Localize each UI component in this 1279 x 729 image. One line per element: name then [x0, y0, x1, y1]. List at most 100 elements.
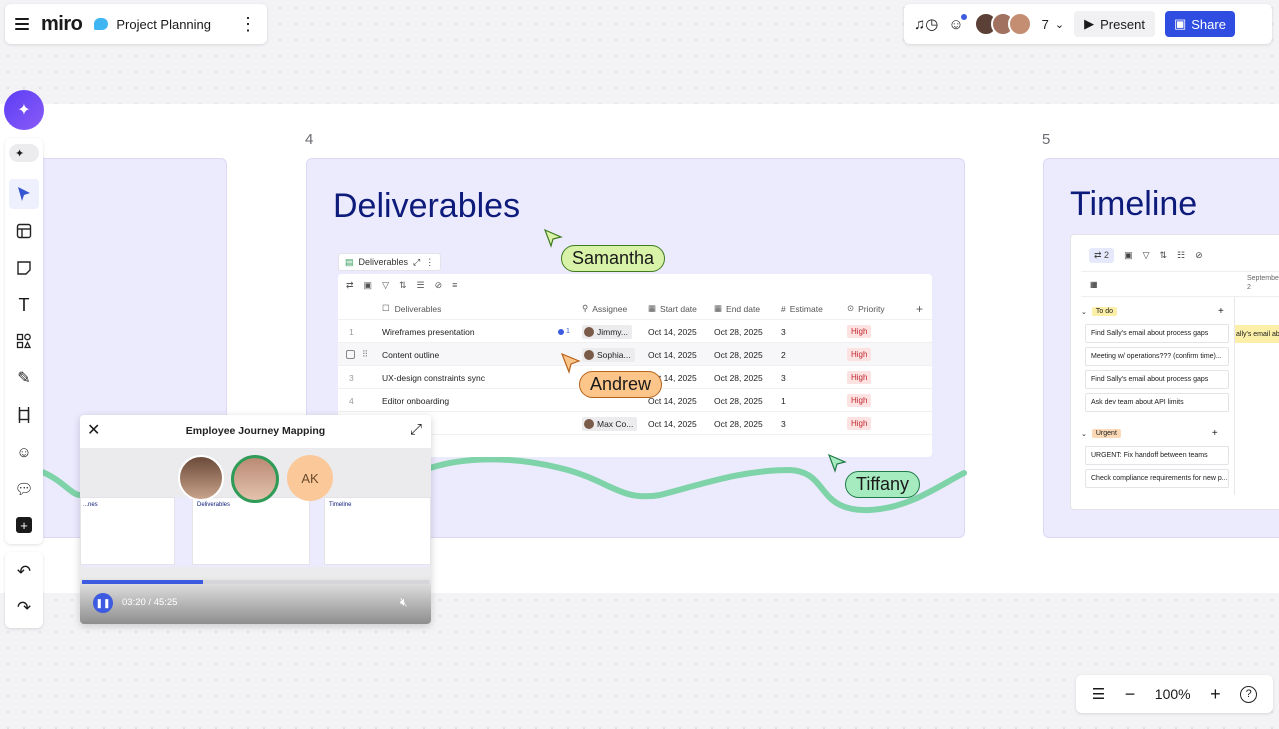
sticker-icon[interactable]: ☺	[9, 437, 39, 467]
assignee-chip[interactable]: Jimmy...	[582, 320, 633, 343]
select-tool-icon[interactable]	[9, 179, 39, 209]
video-player[interactable]: ✕ Employee Journey Mapping ⤢ ...nes Deli…	[80, 415, 431, 624]
start-date[interactable]: Oct 14, 2025	[648, 320, 697, 343]
timeline-hide-icon[interactable]: ⊘	[1195, 250, 1203, 261]
timeline-sync-button[interactable]: ⇄ 2	[1089, 248, 1115, 263]
add-todo-icon[interactable]: +	[1218, 306, 1224, 317]
end-date[interactable]: Oct 28, 2025	[714, 389, 763, 412]
comment-icon[interactable]: 💬︎	[9, 474, 39, 504]
group-todo[interactable]: ⌄ To do +	[1081, 306, 1224, 317]
timeline-urgent-item[interactable]: URGENT: Fix handoff between teams	[1085, 446, 1229, 465]
timeline-todo-item[interactable]: Meeting w/ operations??? (confirm time).…	[1085, 347, 1229, 366]
estimate[interactable]: 2	[781, 343, 786, 366]
timer-icon[interactable]: ♫◷	[914, 15, 938, 33]
col-deliverables[interactable]: ☐ Deliverables	[382, 297, 441, 320]
refresh-icon[interactable]: ⇄	[346, 280, 354, 291]
frame-5-title[interactable]: Timeline	[1070, 185, 1197, 224]
deliverable-name[interactable]: Content outline	[382, 343, 439, 366]
end-date[interactable]: Oct 28, 2025	[714, 412, 763, 435]
end-date[interactable]: Oct 28, 2025	[714, 343, 763, 366]
menu-icon[interactable]	[15, 18, 29, 30]
assignee-chip[interactable]: Max Co...	[582, 412, 638, 435]
col-priority[interactable]: ⊙ Priority	[847, 297, 885, 320]
fullscreen-icon[interactable]: ⤢	[410, 421, 422, 438]
deliverable-name[interactable]: UX-design constraints sync	[382, 366, 485, 389]
group-icon[interactable]: ☰	[417, 280, 425, 291]
priority-badge[interactable]: High	[847, 320, 872, 343]
timeline-sort-icon[interactable]: ⇅	[1160, 250, 1168, 261]
expand-icon[interactable]: ⤢	[413, 257, 420, 268]
col-start-date[interactable]: ▦ Start date	[648, 297, 697, 320]
ai-sparkle-button[interactable]: ✦	[4, 90, 44, 130]
start-date[interactable]: Oct 14, 2025	[648, 343, 697, 366]
table-row[interactable]: ⠿ Content outline Sophia... Oct 14, 2025 Oct…	[338, 343, 932, 366]
row-checkbox[interactable]	[346, 343, 355, 366]
timeline-filter-icon[interactable]: ▽	[1143, 250, 1150, 261]
group-urgent[interactable]: ⌄ Urgent +	[1081, 428, 1218, 439]
timeline-todo-item[interactable]: Ask dev team about API limits	[1085, 393, 1229, 412]
col-assignee[interactable]: ⚲ Assignee	[582, 297, 627, 320]
help-icon[interactable]: ?	[1240, 685, 1258, 703]
estimate[interactable]: 1	[781, 389, 786, 412]
comment-count[interactable]: 1	[558, 320, 570, 343]
miro-logo[interactable]: miro	[41, 13, 83, 36]
drag-handle-icon[interactable]: ⠿	[362, 343, 368, 366]
text-tool-icon[interactable]: T	[9, 290, 39, 320]
start-date[interactable]: Oct 14, 2025	[648, 412, 697, 435]
board-name[interactable]: Project Planning	[116, 17, 211, 32]
assignee-chip[interactable]: Sophia...	[582, 343, 635, 366]
table-row[interactable]: 1 Wireframes presentation 1 Jimmy... Oct 14,…	[338, 320, 932, 343]
timeline-todo-item[interactable]: Find Sally's email about process gaps	[1085, 370, 1229, 389]
redo-icon[interactable]: ↷	[9, 593, 39, 623]
progress-track[interactable]	[82, 580, 429, 584]
templates-icon[interactable]	[9, 216, 39, 246]
more-tools-icon[interactable]: +	[9, 510, 39, 540]
sticky-note-icon[interactable]	[9, 253, 39, 283]
estimate[interactable]: 3	[781, 320, 786, 343]
col-end-date[interactable]: ▦ End date	[714, 297, 760, 320]
timeline-todo-item[interactable]: Find Sally's email about process gaps	[1085, 324, 1229, 343]
estimate[interactable]: 3	[781, 366, 786, 389]
priority-badge[interactable]: High	[847, 412, 872, 435]
ai-assist-toggle[interactable]: ✦	[9, 144, 39, 162]
list-icon[interactable]: ☰	[1092, 685, 1105, 703]
collaborator-count[interactable]: 7	[1042, 17, 1049, 32]
add-urgent-icon[interactable]: +	[1212, 428, 1218, 439]
timeline-card[interactable]: ⇄ 2 ▣ ▽ ⇅ ☷ ⊘ ▦ Septembe 2 ⌄ To do + Find …	[1070, 234, 1279, 510]
pen-icon[interactable]: ✎	[9, 363, 39, 393]
view-icon[interactable]: ▣	[364, 280, 373, 291]
board-options-icon[interactable]: ⋮	[239, 15, 257, 33]
frame-icon[interactable]	[9, 400, 39, 430]
timeline-view-icon[interactable]: ▣	[1124, 250, 1133, 261]
priority-badge[interactable]: High	[847, 343, 872, 366]
deliverable-name[interactable]: Editor onboarding	[382, 389, 449, 412]
sort-icon[interactable]: ⇅	[399, 280, 407, 291]
col-estimate[interactable]: # Estimate	[781, 297, 823, 320]
present-button[interactable]: ▶ Present	[1074, 11, 1155, 37]
table-tag[interactable]: ▤ Deliverables ⤢ ⋮	[338, 253, 442, 271]
zoom-level[interactable]: 100%	[1155, 686, 1191, 702]
collaborator-avatars[interactable]	[973, 12, 1032, 36]
end-date[interactable]: Oct 28, 2025	[714, 320, 763, 343]
undo-icon[interactable]: ↶	[9, 557, 39, 587]
pause-button[interactable]: ❚❚	[93, 593, 113, 613]
zoom-in-icon[interactable]: +	[1210, 684, 1221, 705]
priority-badge[interactable]: High	[847, 366, 872, 389]
chevron-down-icon[interactable]: ⌄	[1055, 18, 1064, 31]
timeline-group-icon[interactable]: ☷	[1177, 250, 1185, 261]
mute-icon[interactable]: 🔇︎	[400, 595, 408, 610]
add-column-icon[interactable]: +	[916, 297, 923, 320]
priority-badge[interactable]: High	[847, 389, 872, 412]
estimate[interactable]: 3	[781, 412, 786, 435]
reactions-icon[interactable]: ☺	[948, 13, 967, 33]
settings-icon[interactable]: ≡	[452, 280, 457, 291]
end-date[interactable]: Oct 28, 2025	[714, 366, 763, 389]
shapes-icon[interactable]	[9, 326, 39, 356]
more-icon[interactable]: ⋮	[425, 257, 434, 268]
filter-icon[interactable]: ▽	[382, 280, 389, 291]
share-button[interactable]: ▣ Share	[1164, 11, 1235, 37]
timeline-bar[interactable]: ally's email ab	[1234, 325, 1279, 343]
hide-icon[interactable]: ⊘	[435, 280, 443, 291]
deliverable-name[interactable]: Wireframes presentation	[382, 320, 475, 343]
timeline-urgent-item[interactable]: Check compliance requirements for new p.…	[1085, 469, 1229, 488]
